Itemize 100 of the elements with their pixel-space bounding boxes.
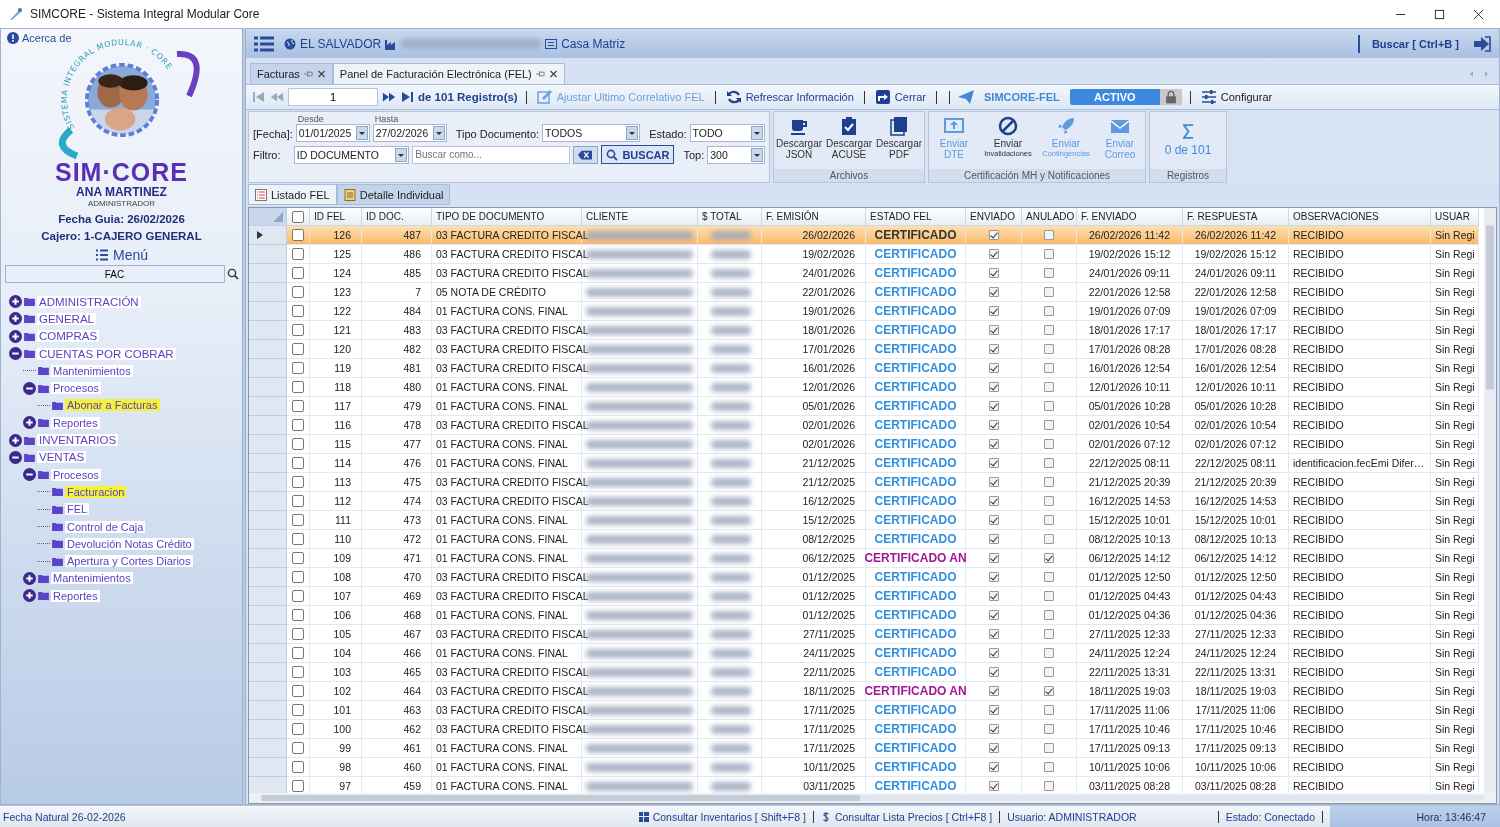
filter-dropdown[interactable]: ID DOCUMENTO xyxy=(293,145,410,164)
table-row[interactable]: 119 481 03 FACTURA CREDITO FISCAL 16/01/2026 CERTIFICADO 16/01/2026 12:54 16/01/2026 12:54 RECIBIDO Sin Regi xyxy=(249,359,1479,378)
pin-icon[interactable] xyxy=(535,70,545,78)
table-row[interactable]: 99 461 01 FACTURA CONS. FINAL 17/11/2025 CERTIFICADO 17/11/2025 09:13 17/11/2025 09:13 RECIBIDO Sin Regi xyxy=(249,739,1479,758)
row-checkbox[interactable] xyxy=(292,248,304,260)
close-icon[interactable] xyxy=(316,70,326,78)
row-checkbox[interactable] xyxy=(292,400,304,412)
tree-item[interactable]: GENERAL xyxy=(37,312,96,325)
dropdown-icon[interactable] xyxy=(626,126,639,140)
table-row[interactable]: 100 462 03 FACTURA CREDITO FISCAL 17/11/2025 CERTIFICADO 17/11/2025 10:46 17/11/2025 10:46 RECIBIDO Sin Regi xyxy=(249,720,1479,739)
table-row[interactable]: 126 487 03 FACTURA CREDITO FISCAL 26/02/2026 CERTIFICADO 26/02/2026 11:42 26/02/2026 11:42 RECIBIDO Sin Regi xyxy=(249,226,1479,245)
state-dropdown[interactable]: TODO xyxy=(689,124,765,142)
dropdown-icon[interactable] xyxy=(432,126,445,140)
expand-icon[interactable] xyxy=(23,571,36,585)
collapse-icon[interactable] xyxy=(9,450,22,464)
table-row[interactable]: 102 464 03 FACTURA CREDITO FISCAL 18/11/2025 CERTIFICADO AN 18/11/2025 19:03 18/11/2025 19:03 RECIBIDO Sin Regi xyxy=(249,682,1479,701)
table-row[interactable]: 124 485 03 FACTURA CREDITO FISCAL 24/01/2026 CERTIFICADO 24/01/2026 09:11 24/01/2026 09:11 RECIBIDO Sin Regi xyxy=(249,264,1479,283)
row-checkbox[interactable] xyxy=(292,438,304,450)
from-date-field[interactable]: 01/01/2025 xyxy=(295,124,370,142)
service-toggle[interactable]: ACTIVO xyxy=(1069,89,1182,105)
tree-item[interactable]: VENTAS xyxy=(37,451,87,464)
tree-item[interactable]: Apertura y Cortes Diarios xyxy=(65,555,193,568)
toolbar-button[interactable]: Cerrar xyxy=(872,89,929,105)
menu-icon[interactable] xyxy=(254,35,274,52)
row-checkbox[interactable] xyxy=(292,647,304,659)
table-row[interactable]: 106 468 01 FACTURA CONS. FINAL 01/12/2025 CERTIFICADO 01/12/2025 04:36 01/12/2025 04:36 RECIBIDO Sin Regi xyxy=(249,606,1479,625)
tree-item[interactable]: ADMINISTRACIÓN xyxy=(37,295,141,308)
tree-item[interactable]: CUENTAS POR COBRAR xyxy=(37,347,176,360)
row-checkbox[interactable] xyxy=(292,552,304,564)
search-field[interactable]: Buscar como... xyxy=(412,145,570,164)
table-row[interactable]: 109 471 01 FACTURA CONS. FINAL 06/12/2025 CERTIFICADO AN 06/12/2025 14:12 06/12/2025 14:12 RECIBIDO Sin Regi xyxy=(249,549,1479,568)
table-row[interactable]: 123 7 05 NOTA DE CRÉDITO 22/01/2026 CERTIFICADO 22/01/2026 12:58 22/01/2026 12:58 RECIBIDO Sin Regi xyxy=(249,283,1479,302)
row-checkbox[interactable] xyxy=(292,533,304,545)
tree-item[interactable]: INVENTARIOS xyxy=(37,434,119,446)
collapse-icon[interactable] xyxy=(23,381,36,395)
menu-button[interactable]: Menú xyxy=(93,245,150,265)
table-row[interactable]: 113 475 03 FACTURA CREDITO FISCAL 21/12/2025 CERTIFICADO 21/12/2025 20:39 21/12/2025 20:39 RECIBIDO Sin Regi xyxy=(249,473,1479,492)
table-row[interactable]: 103 465 03 FACTURA CREDITO FISCAL 22/11/2025 CERTIFICADO 22/11/2025 13:31 22/11/2025 13:31 RECIBIDO Sin Regi xyxy=(249,663,1479,682)
ribbon-button[interactable]: Descargar ACUSE xyxy=(824,112,874,169)
expand-icon[interactable] xyxy=(9,312,22,326)
tree-item[interactable]: Mantenimientos xyxy=(51,572,133,585)
table-row[interactable]: 108 470 03 FACTURA CREDITO FISCAL 01/12/2025 CERTIFICADO 01/12/2025 12:50 01/12/2025 12:50 RECIBIDO Sin Regi xyxy=(249,568,1479,587)
expand-icon[interactable] xyxy=(23,589,36,603)
row-checkbox[interactable] xyxy=(292,419,304,431)
view-tab[interactable]: Listado FEL xyxy=(248,184,337,205)
tree-item[interactable]: Procesos xyxy=(51,382,101,395)
row-checkbox[interactable] xyxy=(292,343,304,355)
table-row[interactable]: 112 474 03 FACTURA CREDITO FISCAL 16/12/2025 CERTIFICADO 16/12/2025 14:53 16/12/2025 14:53 RECIBIDO Sin Regi xyxy=(249,492,1479,511)
tree-item[interactable]: Reportes xyxy=(51,589,100,602)
tree-item[interactable]: Reportes xyxy=(51,416,100,429)
row-checkbox[interactable] xyxy=(292,362,304,374)
toolbar-button[interactable]: Refrescar Información xyxy=(723,89,856,105)
expand-icon[interactable] xyxy=(9,433,22,447)
row-checkbox[interactable] xyxy=(292,495,304,507)
row-checkbox[interactable] xyxy=(292,514,304,526)
table-row[interactable]: 104 466 01 FACTURA CONS. FINAL 24/11/2025 CERTIFICADO 24/11/2025 12:24 24/11/2025 12:24 RECIBIDO Sin Regi xyxy=(249,644,1479,663)
row-checkbox[interactable] xyxy=(292,571,304,583)
tree-item[interactable]: FEL xyxy=(65,503,90,516)
logout-icon[interactable] xyxy=(1473,35,1491,52)
expand-icon[interactable] xyxy=(9,329,22,343)
inventory-shortcut[interactable]: Consultar Inventarios [ Shift+F8 ] xyxy=(652,810,806,823)
table-row[interactable]: 121 483 03 FACTURA CREDITO FISCAL 18/01/2026 CERTIFICADO 18/01/2026 17:17 18/01/2026 17:17 RECIBIDO Sin Regi xyxy=(249,321,1479,340)
search-button[interactable]: BUSCAR xyxy=(601,145,675,164)
table-row[interactable]: 101 463 03 FACTURA CREDITO FISCAL 17/11/2025 CERTIFICADO 17/11/2025 11:06 17/11/2025 11:06 RECIBIDO Sin Regi xyxy=(249,701,1479,720)
row-checkbox[interactable] xyxy=(292,780,304,792)
last-record-icon[interactable] xyxy=(400,90,414,104)
expand-icon[interactable] xyxy=(9,295,22,309)
pin-icon[interactable] xyxy=(303,70,313,78)
row-checkbox[interactable] xyxy=(292,476,304,488)
table-row[interactable]: 98 460 01 FACTURA CONS. FINAL 10/11/2025 CERTIFICADO 10/11/2025 10:06 10/11/2025 10:06 RECIBIDO Sin Regi xyxy=(249,758,1479,777)
vertical-scrollbar[interactable] xyxy=(1484,208,1496,793)
table-row[interactable]: 116 478 03 FACTURA CREDITO FISCAL 02/01/2026 CERTIFICADO 02/01/2026 10:54 02/01/2026 10:54 RECIBIDO Sin Regi xyxy=(249,416,1479,435)
table-row[interactable]: 107 469 03 FACTURA CREDITO FISCAL 01/12/2025 CERTIFICADO 01/12/2025 04:43 01/12/2025 04:43 RECIBIDO Sin Regi xyxy=(249,587,1479,606)
clear-button[interactable] xyxy=(572,145,599,164)
table-row[interactable]: 114 476 01 FACTURA CONS. FINAL 21/12/2025 CERTIFICADO 22/12/2025 08:11 22/12/2025 08:11 identificacion.fecEmi Difer… Sin Regi xyxy=(249,454,1479,473)
tree-item[interactable]: Abonar a Facturas xyxy=(65,399,160,412)
dropdown-icon[interactable] xyxy=(751,147,763,162)
row-checkbox[interactable] xyxy=(292,305,304,317)
row-checkbox[interactable] xyxy=(292,229,304,241)
table-row[interactable]: 125 486 03 FACTURA CREDITO FISCAL 19/02/2026 CERTIFICADO 19/02/2026 15:12 19/02/2026 15:12 RECIBIDO Sin Regi xyxy=(249,245,1479,264)
row-checkbox[interactable] xyxy=(292,628,304,640)
tree-item[interactable]: Devolución Notas Crédito xyxy=(65,537,194,550)
table-row[interactable]: 111 473 01 FACTURA CONS. FINAL 15/12/2025 CERTIFICADO 15/12/2025 10:01 15/12/2025 10:01 RECIBIDO Sin Regi xyxy=(249,511,1479,530)
row-checkbox[interactable] xyxy=(292,742,304,754)
tree-item[interactable]: Procesos xyxy=(51,468,101,481)
document-tab[interactable]: Panel de Facturación Electrónica (FEL) xyxy=(332,63,565,84)
maximize-icon[interactable] xyxy=(1434,8,1445,20)
tree-item[interactable]: Control de Caja xyxy=(65,520,146,533)
table-row[interactable]: 117 479 01 FACTURA CONS. FINAL 05/01/2026 CERTIFICADO 05/01/2026 10:28 05/01/2026 10:28 RECIBIDO Sin Regi xyxy=(249,397,1479,416)
top-dropdown[interactable]: 300 xyxy=(707,145,765,164)
tree-item[interactable]: Mantenimientos xyxy=(51,364,133,377)
row-checkbox[interactable] xyxy=(292,666,304,678)
row-checkbox[interactable] xyxy=(292,457,304,469)
row-checkbox[interactable] xyxy=(292,381,304,393)
table-row[interactable]: 105 467 03 FACTURA CREDITO FISCAL 27/11/2025 CERTIFICADO 27/11/2025 12:33 27/11/2025 12:33 RECIBIDO Sin Regi xyxy=(249,625,1479,644)
row-checkbox[interactable] xyxy=(292,685,304,697)
table-row[interactable]: 122 484 01 FACTURA CONS. FINAL 19/01/2026 CERTIFICADO 19/01/2026 07:09 19/01/2026 07:09 RECIBIDO Sin Regi xyxy=(249,302,1479,321)
ribbon-button[interactable]: Descargar PDF xyxy=(874,112,924,169)
row-checkbox[interactable] xyxy=(292,609,304,621)
row-checkbox[interactable] xyxy=(292,704,304,716)
